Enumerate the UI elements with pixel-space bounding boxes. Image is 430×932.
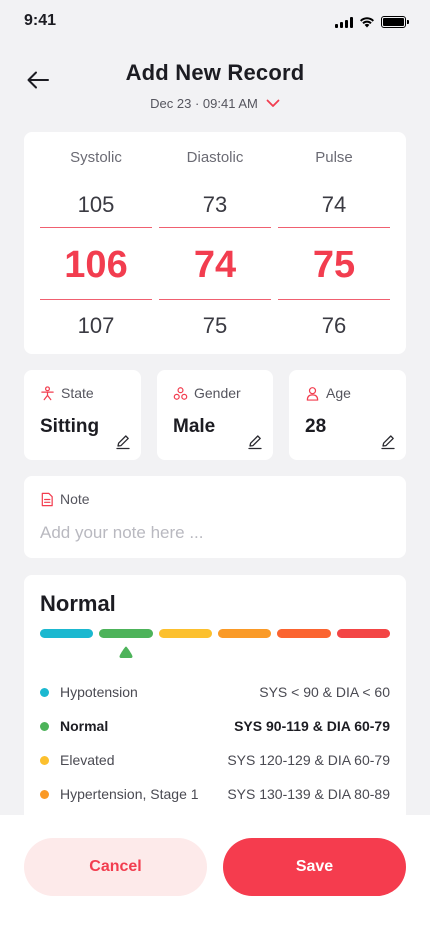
edit-gender-icon[interactable] <box>247 434 263 450</box>
diastolic-next-value[interactable]: 75 <box>159 313 271 339</box>
legend-range: SYS 120-129 & DIA 60-79 <box>227 752 390 768</box>
save-button[interactable]: Save <box>223 838 406 896</box>
battery-icon <box>381 16 409 28</box>
gender-card[interactable]: Gender Male <box>157 370 273 460</box>
pulse-picker[interactable]: Pulse 74 75 76 <box>278 132 390 354</box>
systolic-picker[interactable]: Systolic 105 106 107 <box>40 132 152 354</box>
picker-divider <box>278 299 390 300</box>
state-value: Sitting <box>40 416 100 437</box>
picker-divider <box>278 227 390 228</box>
legend-range: SYS < 90 & DIA < 60 <box>259 684 390 700</box>
gender-value: Male <box>173 416 216 437</box>
legend-row: Hypotension SYS < 90 & DIA < 60 <box>40 675 390 709</box>
status-time: 9:41 <box>24 12 57 29</box>
systolic-label: Systolic <box>70 149 122 166</box>
scale-segment-hypotension <box>40 629 94 638</box>
scale-indicator-icon <box>119 646 133 658</box>
note-card: Note <box>24 476 406 558</box>
legend-row: Normal SYS 90-119 & DIA 60-79 <box>40 709 390 743</box>
date-label: Dec 23 · 09:41 AM <box>150 96 258 111</box>
state-card[interactable]: State Sitting <box>24 370 141 460</box>
edit-state-icon[interactable] <box>115 434 131 450</box>
picker-divider <box>40 227 152 228</box>
wifi-icon <box>360 17 374 28</box>
legend-dot <box>40 755 49 765</box>
picker-divider <box>159 227 271 228</box>
pulse-next-value[interactable]: 76 <box>278 313 390 339</box>
pulse-label: Pulse <box>315 149 353 166</box>
bp-legend: Hypotension SYS < 90 & DIA < 60 Normal S… <box>40 675 390 811</box>
scale-segment-stage1 <box>217 629 272 638</box>
header: Add New Record Dec 23 · 09:41 AM <box>0 52 430 122</box>
age-label: Age <box>326 385 351 401</box>
diastolic-selected-value[interactable]: 74 <box>159 244 271 287</box>
legend-row: Elevated SYS 120-129 & DIA 60-79 <box>40 743 390 777</box>
legend-dot <box>40 721 49 731</box>
legend-dot <box>40 687 49 697</box>
page-title: Add New Record <box>125 60 305 85</box>
gender-icon <box>173 386 188 400</box>
legend-name: Elevated <box>60 752 115 768</box>
cancel-button[interactable]: Cancel <box>24 838 207 896</box>
note-icon <box>41 492 53 506</box>
systolic-prev-value[interactable]: 105 <box>40 192 152 218</box>
diastolic-prev-value[interactable]: 73 <box>159 192 271 218</box>
picker-divider <box>40 299 152 300</box>
legend-row: Hypertension, Stage 1 SYS 130-139 & DIA … <box>40 777 390 811</box>
note-label: Note <box>60 491 90 507</box>
footer-actions: Cancel Save <box>0 815 430 932</box>
picker-divider <box>159 299 271 300</box>
date-selector[interactable]: Dec 23 · 09:41 AM <box>0 96 430 111</box>
status-bar: 9:41 <box>0 0 430 44</box>
legend-name: Normal <box>60 718 109 734</box>
legend-name: Hypertension, Stage 1 <box>60 786 199 802</box>
legend-range: SYS 130-139 & DIA 80-89 <box>227 786 390 802</box>
edit-age-icon[interactable] <box>380 434 396 450</box>
systolic-selected-value[interactable]: 106 <box>40 244 152 287</box>
age-card[interactable]: Age 28 <box>289 370 406 460</box>
scale-segment-elevated <box>158 629 212 638</box>
legend-name: Hypotension <box>60 684 138 700</box>
diastolic-label: Diastolic <box>186 149 244 166</box>
note-input[interactable] <box>40 520 390 546</box>
cellular-signal-icon <box>335 16 353 28</box>
bp-status-card: Normal Hypotension SYS < 90 & DIA < 60 N… <box>24 575 406 835</box>
status-icons <box>335 16 409 28</box>
user-icon <box>306 386 319 401</box>
pulse-selected-value[interactable]: 75 <box>278 244 390 287</box>
scale-segment-normal <box>99 629 153 638</box>
status-title: Normal <box>40 591 116 616</box>
scale-segment-stage2 <box>277 629 331 638</box>
legend-dot <box>40 789 49 799</box>
legend-range: SYS 90-119 & DIA 60-79 <box>234 718 390 734</box>
diastolic-picker[interactable]: Diastolic 73 74 75 <box>159 132 271 354</box>
person-icon <box>41 385 54 400</box>
age-value: 28 <box>305 416 327 437</box>
systolic-next-value[interactable]: 107 <box>40 313 152 339</box>
bp-scale <box>40 629 390 639</box>
reading-picker: Systolic 105 106 107 Diastolic 73 74 75 … <box>24 132 406 354</box>
gender-label: Gender <box>194 385 241 401</box>
chevron-down-icon <box>266 99 280 107</box>
scale-segment-crisis <box>336 629 390 638</box>
state-label: State <box>61 385 94 401</box>
pulse-prev-value[interactable]: 74 <box>278 192 390 218</box>
